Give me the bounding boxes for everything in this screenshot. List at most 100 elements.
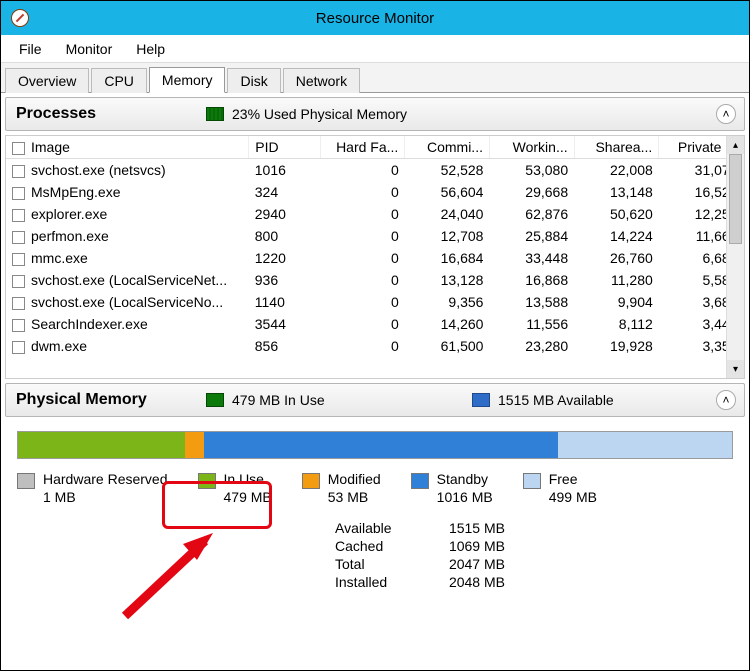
memory-bar: [17, 431, 733, 459]
memory-chip-icon: [206, 393, 224, 407]
scroll-thumb[interactable]: [729, 154, 742, 244]
cell-commit: 24,040: [405, 203, 490, 225]
titlebar: Resource Monitor: [1, 1, 749, 35]
collapse-icon[interactable]: ˄: [716, 390, 736, 410]
row-checkbox[interactable]: [12, 319, 25, 332]
scroll-up-icon[interactable]: ▴: [727, 136, 744, 154]
processes-header[interactable]: Processes 23% Used Physical Memory ˄: [5, 97, 745, 131]
memory-chip-icon: [206, 107, 224, 121]
cell-commit: 12,708: [405, 225, 490, 247]
tabbar: Overview CPU Memory Disk Network: [1, 63, 749, 93]
sum-available-k: Available: [335, 520, 425, 536]
cell-image: MsMpEng.exe: [6, 181, 249, 203]
table-row[interactable]: svchost.exe (LocalServiceNet...936013,12…: [6, 269, 744, 291]
processes-table: Image PID Hard Fa... Commi... Workin... …: [5, 135, 745, 379]
row-checkbox[interactable]: [12, 231, 25, 244]
cell-pid: 1140: [249, 291, 320, 313]
tab-network[interactable]: Network: [283, 68, 360, 93]
cell-pid: 324: [249, 181, 320, 203]
table-row[interactable]: mmc.exe1220016,68433,44826,7606,688: [6, 247, 744, 269]
table-row[interactable]: SearchIndexer.exe3544014,26011,5568,1123…: [6, 313, 744, 335]
table-row[interactable]: svchost.exe (netsvcs)1016052,52853,08022…: [6, 159, 744, 182]
table-row[interactable]: explorer.exe2940024,04062,87650,62012,25…: [6, 203, 744, 225]
col-share[interactable]: Sharea...: [574, 136, 659, 159]
sum-cached-v: 1069 MB: [425, 538, 505, 554]
annotation-highlight-box: [162, 481, 272, 529]
cell-working: 23,280: [489, 335, 574, 357]
col-pid[interactable]: PID: [249, 136, 320, 159]
menu-help[interactable]: Help: [124, 39, 177, 59]
scroll-down-icon[interactable]: ▾: [727, 360, 744, 378]
cell-hard: 0: [320, 269, 405, 291]
cell-image: explorer.exe: [6, 203, 249, 225]
col-image[interactable]: Image: [6, 136, 249, 159]
cell-working: 13,588: [489, 291, 574, 313]
physmem-avail-summary: 1515 MB Available: [498, 392, 614, 408]
scrollbar[interactable]: ▴ ▾: [726, 136, 744, 378]
cell-working: 33,448: [489, 247, 574, 269]
row-checkbox[interactable]: [12, 253, 25, 266]
cell-working: 16,868: [489, 269, 574, 291]
table-row[interactable]: perfmon.exe800012,70825,88414,22411,660: [6, 225, 744, 247]
row-checkbox[interactable]: [12, 297, 25, 310]
cell-share: 26,760: [574, 247, 659, 269]
row-checkbox[interactable]: [12, 187, 25, 200]
menubar: File Monitor Help: [1, 35, 749, 63]
processes-title: Processes: [16, 105, 206, 123]
sum-total-k: Total: [335, 556, 425, 572]
cell-commit: 56,604: [405, 181, 490, 203]
cell-hard: 0: [320, 291, 405, 313]
menu-monitor[interactable]: Monitor: [54, 39, 125, 59]
scroll-track[interactable]: [727, 154, 744, 360]
table-header-row: Image PID Hard Fa... Commi... Workin... …: [6, 136, 744, 159]
sum-total-v: 2047 MB: [425, 556, 505, 572]
table-row[interactable]: svchost.exe (LocalServiceNo...114009,356…: [6, 291, 744, 313]
physmem-inuse-summary: 479 MB In Use: [232, 392, 472, 408]
cell-commit: 52,528: [405, 159, 490, 182]
table-row[interactable]: dwm.exe856061,50023,28019,9283,352: [6, 335, 744, 357]
row-checkbox[interactable]: [12, 165, 25, 178]
legend-hardware: Hardware Reserved1 MB: [17, 471, 168, 506]
cell-image: svchost.exe (LocalServiceNo...: [6, 291, 249, 313]
row-checkbox[interactable]: [12, 341, 25, 354]
window-title: Resource Monitor: [1, 10, 749, 27]
cell-working: 62,876: [489, 203, 574, 225]
cell-share: 13,148: [574, 181, 659, 203]
cell-commit: 14,260: [405, 313, 490, 335]
cell-hard: 0: [320, 203, 405, 225]
collapse-icon[interactable]: ˄: [716, 104, 736, 124]
sum-installed-k: Installed: [335, 574, 425, 590]
tab-memory[interactable]: Memory: [149, 67, 226, 93]
row-checkbox[interactable]: [12, 209, 25, 222]
cell-hard: 0: [320, 335, 405, 357]
cell-share: 19,928: [574, 335, 659, 357]
row-checkbox[interactable]: [12, 275, 25, 288]
cell-hard: 0: [320, 247, 405, 269]
legend-modified: Modified53 MB: [302, 471, 381, 506]
tab-cpu[interactable]: CPU: [91, 68, 147, 93]
table-row[interactable]: MsMpEng.exe324056,60429,66813,14816,520: [6, 181, 744, 203]
menu-file[interactable]: File: [7, 39, 54, 59]
cell-image: mmc.exe: [6, 247, 249, 269]
sum-cached-k: Cached: [335, 538, 425, 554]
cell-working: 11,556: [489, 313, 574, 335]
col-working[interactable]: Workin...: [489, 136, 574, 159]
cell-pid: 800: [249, 225, 320, 247]
tab-disk[interactable]: Disk: [227, 68, 280, 93]
select-all-checkbox[interactable]: [12, 142, 25, 155]
col-commit[interactable]: Commi...: [405, 136, 490, 159]
annotation-arrow-icon: [105, 526, 235, 626]
col-hard[interactable]: Hard Fa...: [320, 136, 405, 159]
cell-share: 50,620: [574, 203, 659, 225]
physmem-header[interactable]: Physical Memory 479 MB In Use 1515 MB Av…: [5, 383, 745, 417]
swatch-standby: [411, 473, 429, 489]
tab-overview[interactable]: Overview: [5, 68, 89, 93]
cell-commit: 61,500: [405, 335, 490, 357]
cell-pid: 1220: [249, 247, 320, 269]
physmem-summary: Available1515 MB Cached1069 MB Total2047…: [335, 520, 745, 590]
cell-image: svchost.exe (LocalServiceNet...: [6, 269, 249, 291]
physmem-panel: Hardware Reserved1 MB In Use479 MB Modif…: [5, 431, 745, 590]
cell-share: 9,904: [574, 291, 659, 313]
seg-modified: [185, 432, 204, 458]
sum-installed-v: 2048 MB: [425, 574, 505, 590]
